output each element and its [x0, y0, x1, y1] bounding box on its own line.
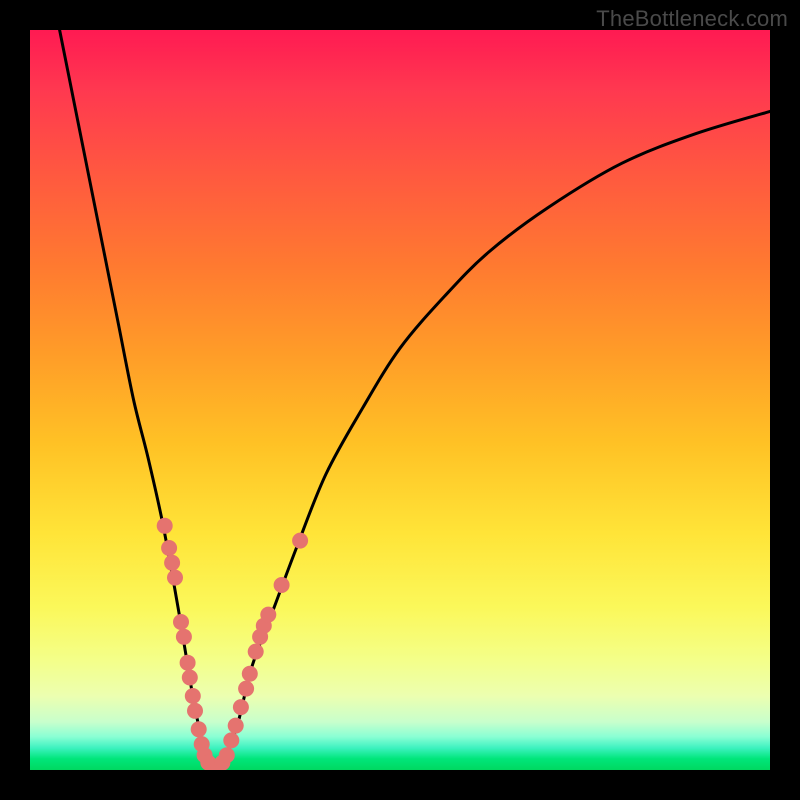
data-marker: [248, 644, 264, 660]
data-marker: [292, 533, 308, 549]
data-marker: [167, 570, 183, 586]
data-marker: [185, 688, 201, 704]
chart-frame: TheBottleneck.com: [0, 0, 800, 800]
data-marker: [260, 607, 276, 623]
data-marker: [180, 655, 196, 671]
data-marker: [161, 540, 177, 556]
data-markers: [157, 518, 308, 770]
data-marker: [238, 681, 254, 697]
plot-area: [30, 30, 770, 770]
data-marker: [228, 718, 244, 734]
data-marker: [219, 747, 235, 763]
data-marker: [191, 721, 207, 737]
data-marker: [182, 670, 198, 686]
data-marker: [223, 732, 239, 748]
data-marker: [233, 699, 249, 715]
bottleneck-curve: [60, 30, 770, 770]
data-marker: [187, 703, 203, 719]
data-marker: [176, 629, 192, 645]
data-marker: [242, 666, 258, 682]
watermark-text: TheBottleneck.com: [596, 6, 788, 32]
data-marker: [157, 518, 173, 534]
bottleneck-curve-svg: [30, 30, 770, 770]
data-marker: [173, 614, 189, 630]
data-marker: [164, 555, 180, 571]
data-marker: [274, 577, 290, 593]
